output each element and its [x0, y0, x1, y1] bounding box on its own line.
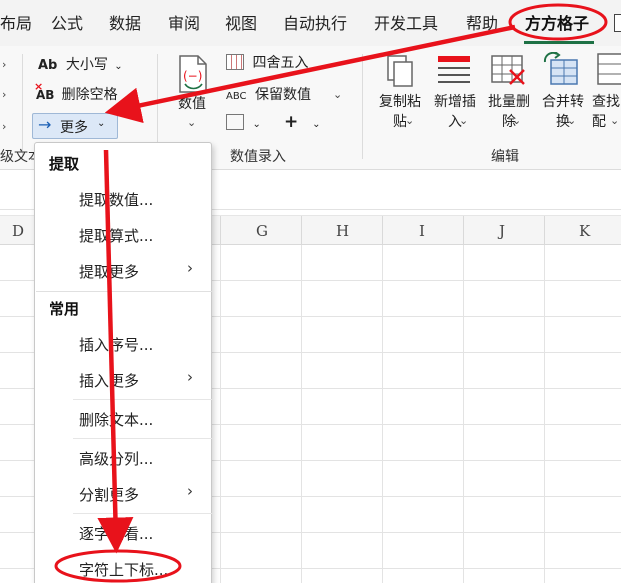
column-header-g[interactable]: G	[256, 222, 268, 240]
round-icon	[226, 54, 244, 70]
chevron-down-icon: ⌄	[252, 119, 261, 130]
chevron-down-icon: ⌄	[124, 91, 133, 102]
copy-paste-icon	[387, 55, 413, 87]
menu-divider	[36, 291, 212, 292]
column-divider	[544, 216, 545, 246]
submenu-arrow-icon: ›	[187, 259, 193, 277]
group-label-number: 数值录入	[230, 149, 286, 165]
chevron-down-icon: ⌄	[567, 114, 577, 127]
column-header-k[interactable]: K	[579, 222, 590, 240]
submenu-arrow-icon: ›	[187, 368, 193, 386]
tab-data[interactable]: 数据	[109, 10, 141, 34]
more-dropdown-menu: 提取 提取数值... 提取算式... 提取更多 › 常用 插入序号... 插入更…	[34, 142, 212, 583]
tab-review[interactable]: 审阅	[168, 10, 200, 34]
case-label: 大小写	[65, 57, 108, 73]
more-button[interactable]: → 更多 ⌄	[32, 113, 118, 139]
menu-item-char-view[interactable]: 逐字查看...	[79, 523, 153, 544]
chevron-down-icon: ⌄	[187, 116, 197, 129]
ribbon-separator	[22, 54, 23, 159]
merge-convert-button[interactable]: 合并转换	[536, 92, 590, 132]
column-divider	[220, 216, 221, 246]
chevron-right-icon: ›	[2, 120, 7, 133]
menu-item-insert-serial[interactable]: 插入序号...	[79, 334, 153, 355]
column-divider	[382, 216, 383, 246]
merge-convert-icon	[543, 52, 578, 85]
batch-delete-button[interactable]: 批量删除	[482, 92, 536, 132]
keep-value-icon: ABC	[226, 91, 247, 102]
find-match-icon	[597, 53, 621, 85]
chevron-down-icon[interactable]: ⌄	[333, 88, 342, 101]
column-divider	[463, 216, 464, 246]
value-button[interactable]: 数值	[178, 94, 206, 114]
chevron-down-icon: ⌄	[312, 119, 321, 130]
remove-space-icon: × AB	[34, 80, 55, 102]
round-label: 四舍五入	[252, 55, 309, 71]
menu-divider	[73, 438, 212, 439]
group-label-edit: 编辑	[491, 149, 519, 165]
menu-item-extract-value[interactable]: 提取数值...	[79, 189, 153, 210]
chevron-down-icon: ⌄	[512, 114, 522, 127]
svg-text:(−): (−)	[183, 69, 202, 83]
chevron-down-icon: ⌄	[114, 61, 123, 72]
menu-section-extract: 提取	[49, 155, 80, 173]
add-insert-button[interactable]: 新增插入	[428, 92, 482, 132]
chevron-right-icon: ›	[2, 58, 7, 71]
column-divider	[301, 216, 302, 246]
plus-button[interactable]: + ⌄	[284, 112, 321, 132]
column-header-d[interactable]: D	[12, 222, 24, 240]
case-icon: Ab	[38, 58, 58, 73]
submenu-arrow-icon: ›	[187, 482, 193, 500]
column-header-i[interactable]: I	[419, 222, 425, 240]
menu-section-common: 常用	[49, 300, 80, 318]
remove-space-label: 删除空格	[61, 87, 118, 103]
tab-formula[interactable]: 公式	[51, 10, 83, 34]
active-tab-indicator	[524, 41, 594, 44]
keep-value-label: 保留数值	[254, 87, 311, 103]
value-icon: (−)	[179, 55, 207, 93]
chevron-down-icon: ⌄	[97, 118, 106, 129]
menu-item-extract-formula[interactable]: 提取算式...	[79, 225, 153, 246]
more-label: 更多	[60, 120, 88, 136]
batch-delete-icon	[491, 55, 525, 85]
menu-item-delete-text[interactable]: 删除文本...	[79, 409, 153, 430]
plus-icon: +	[284, 112, 299, 132]
menu-item-split-more[interactable]: 分割更多	[79, 484, 139, 505]
menu-item-advanced-split[interactable]: 高级分列...	[79, 448, 153, 469]
menu-item-extract-more[interactable]: 提取更多	[79, 261, 139, 282]
ribbon-separator	[362, 54, 363, 159]
tab-automate[interactable]: 自动执行	[283, 10, 347, 34]
chevron-right-icon: ›	[2, 88, 7, 101]
column-header-h[interactable]: H	[336, 222, 349, 240]
edit-grid-icon	[226, 114, 244, 130]
tab-help[interactable]: 帮助	[466, 10, 498, 34]
tab-fangfang[interactable]: 方方格子	[525, 10, 589, 34]
chevron-down-icon: ⌄	[610, 114, 620, 127]
menu-divider	[73, 513, 212, 514]
tab-layout[interactable]: 布局	[0, 10, 32, 34]
menu-item-insert-more[interactable]: 插入更多	[79, 370, 139, 391]
tab-developer[interactable]: 开发工具	[374, 10, 438, 34]
copy-paste-button[interactable]: 复制粘贴	[373, 92, 427, 132]
ribbon-tab-bar: 布局 公式 数据 审阅 视图 自动执行 开发工具 帮助 方方格子	[0, 0, 621, 46]
arrow-right-icon: →	[38, 115, 52, 134]
menu-item-superscript[interactable]: 字符上下标...	[79, 559, 168, 580]
remove-space-button[interactable]: × AB 删除空格 ⌄	[34, 80, 133, 104]
column-header-j[interactable]: J	[499, 222, 505, 240]
menu-divider	[73, 399, 212, 400]
case-button[interactable]: Ab 大小写 ⌄	[38, 54, 123, 74]
add-insert-icon	[438, 56, 470, 83]
fill-button[interactable]: ⌄	[226, 114, 261, 131]
tab-view[interactable]: 视图	[225, 10, 257, 34]
next-tab-icon[interactable]	[614, 14, 621, 32]
chevron-down-icon: ⌄	[459, 114, 469, 127]
keep-value-button[interactable]: ABC 保留数值	[226, 84, 311, 104]
chevron-down-icon: ⌄	[405, 114, 415, 127]
round-button[interactable]: 四舍五入	[226, 52, 308, 72]
